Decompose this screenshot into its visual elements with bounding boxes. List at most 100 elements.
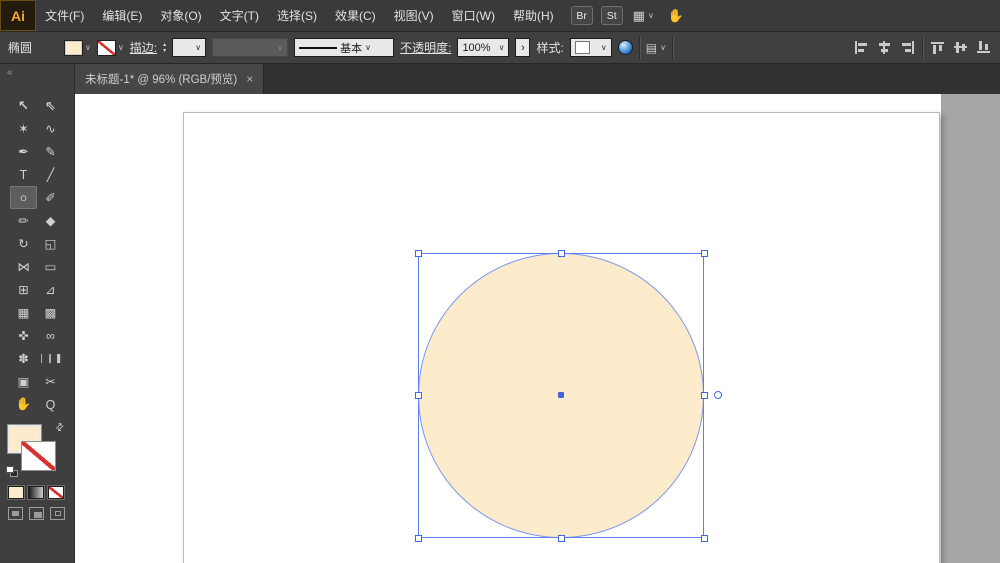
stroke-swatch-indicator[interactable] (21, 441, 56, 471)
close-icon[interactable]: × (246, 72, 253, 86)
eyedropper-tool[interactable]: ✜ (10, 324, 37, 347)
pencil-tool[interactable]: ✏ (10, 209, 37, 232)
handle-top-center[interactable] (558, 250, 565, 257)
document-tab[interactable]: 未标题-1* @ 96% (RGB/预览) × (75, 64, 264, 94)
divider (672, 37, 673, 59)
width-tool[interactable]: ⋈ (10, 255, 37, 278)
transform-icon: ▤ (646, 41, 657, 55)
handle-top-right[interactable] (701, 250, 708, 257)
align-center-vertical-icon[interactable] (953, 41, 969, 55)
paintbrush-tool[interactable]: ✐ (37, 186, 64, 209)
handle-bottom-right[interactable] (701, 535, 708, 542)
menu-file[interactable]: 文件(F) (36, 0, 93, 31)
ellipse-tool[interactable]: ○ (10, 186, 37, 209)
workspace-grid-icon: ▦ (633, 8, 645, 24)
control-bar: 椭圆 ∨ ∨ 描边: ▴ ▾ ∨ ∨ 基本 ∨ 不透明度: 100% ∨ (0, 32, 1000, 64)
stroke-profile-select: ∨ (212, 38, 288, 57)
symbol-sprayer-tool[interactable]: ✽ (10, 347, 37, 370)
rotate-tool[interactable]: ↻ (10, 232, 37, 255)
gradient-tool[interactable]: ▩ (37, 301, 64, 324)
column-graph-tool[interactable]: ❘❙❚ (37, 347, 64, 370)
align-center-horizontal-icon[interactable] (876, 41, 892, 55)
selection-tool[interactable]: ↖ (10, 94, 37, 117)
workspace-switcher[interactable]: ▦ ∨ (633, 8, 654, 24)
draw-behind-button[interactable] (29, 507, 44, 520)
handle-bottom-left[interactable] (415, 535, 422, 542)
draw-inside-button[interactable] (50, 507, 65, 520)
free-transform-tool[interactable]: ▭ (37, 255, 64, 278)
opacity-select[interactable]: 100% ∨ (457, 38, 509, 57)
menu-help[interactable]: 帮助(H) (504, 0, 563, 31)
swap-fill-stroke-icon[interactable]: ⇄ (53, 421, 67, 435)
scale-tool[interactable]: ◱ (37, 232, 64, 255)
stroke-none-swatch (97, 40, 116, 56)
illustrator-window: Ai 文件(F) 编辑(E) 对象(O) 文字(T) 选择(S) 效果(C) 视… (0, 0, 1000, 563)
align-right-icon[interactable] (899, 41, 915, 55)
blend-tool[interactable]: ∞ (37, 324, 64, 347)
stroke-color-picker[interactable]: ∨ (97, 40, 124, 56)
stroke-label[interactable]: 描边: (130, 39, 157, 56)
artboard-tool[interactable]: ▣ (10, 370, 37, 393)
align-left-icon[interactable] (853, 41, 869, 55)
default-fill-stroke-icon[interactable] (6, 466, 20, 478)
stroke-width-select[interactable]: ∨ (172, 38, 206, 57)
color-mode-buttons (0, 480, 74, 499)
handle-bottom-center[interactable] (558, 535, 565, 542)
handle-middle-left[interactable] (415, 392, 422, 399)
curvature-tool[interactable]: ✎ (37, 140, 64, 163)
handle-middle-right[interactable] (701, 392, 708, 399)
transform-menu-button[interactable]: ▤ ∨ (646, 41, 666, 55)
touch-workspace-icon[interactable]: ✋ (668, 8, 684, 24)
canvas[interactable] (75, 94, 1000, 563)
none-button[interactable] (48, 486, 64, 499)
color-button[interactable] (8, 486, 24, 499)
stock-button[interactable]: St (601, 6, 623, 25)
eraser-tool[interactable]: ◆ (37, 209, 64, 232)
line-segment-tool[interactable]: ╱ (37, 163, 64, 186)
lasso-tool[interactable]: ∿ (37, 117, 64, 140)
shape-builder-tool[interactable]: ⊞ (10, 278, 37, 301)
menu-select[interactable]: 选择(S) (268, 0, 326, 31)
align-top-icon[interactable] (930, 41, 946, 55)
menu-effect[interactable]: 效果(C) (326, 0, 385, 31)
perspective-grid-tool[interactable]: ⊿ (37, 278, 64, 301)
zoom-tool[interactable]: Q (37, 393, 64, 416)
handle-top-left[interactable] (415, 250, 422, 257)
graphic-style-select[interactable]: ∨ (570, 38, 612, 57)
stroke-style-select[interactable]: 基本 ∨ (294, 38, 394, 57)
stepper-down-icon[interactable]: ▾ (163, 48, 166, 54)
transform-widget[interactable] (714, 391, 722, 399)
menu-view[interactable]: 视图(V) (385, 0, 443, 31)
bridge-button[interactable]: Br (571, 6, 593, 25)
menu-window[interactable]: 窗口(W) (443, 0, 504, 31)
app-logo: Ai (0, 0, 36, 31)
opacity-value: 100% (462, 42, 490, 54)
stroke-width-stepper[interactable]: ▴ ▾ (163, 42, 166, 54)
slice-tool[interactable]: ✂ (37, 370, 64, 393)
direct-selection-tool[interactable]: ⇖ (37, 94, 64, 117)
gradient-button[interactable] (28, 486, 44, 499)
menu-edit[interactable]: 编辑(E) (93, 0, 151, 31)
mesh-tool[interactable]: ▦ (10, 301, 37, 324)
magic-wand-tool[interactable]: ✶ (10, 117, 37, 140)
main-area: ↖ ⇖ ✶ ∿ ✒ ✎ T ╱ ○ ✐ ✏ ◆ ↻ ◱ ⋈ ▭ ⊞ ⊿ ▦ ▩ (0, 94, 1000, 563)
menu-object[interactable]: 对象(O) (151, 0, 210, 31)
document-tab-title: 未标题-1* @ 96% (RGB/预览) (85, 71, 237, 87)
toolbar-collapse-button[interactable]: « (0, 64, 75, 94)
align-buttons (853, 37, 992, 59)
hand-tool[interactable]: ✋ (10, 393, 37, 416)
chevron-down-icon: ∨ (118, 44, 124, 52)
type-tool[interactable]: T (10, 163, 37, 186)
draw-normal-button[interactable] (8, 507, 23, 520)
opacity-options-button[interactable]: › (515, 38, 530, 57)
center-point[interactable] (558, 392, 564, 398)
recolor-artwork-icon[interactable] (618, 40, 633, 55)
pen-tool[interactable]: ✒ (10, 140, 37, 163)
chevron-down-icon: ∨ (365, 44, 371, 52)
fill-color-picker[interactable]: ∨ (64, 40, 91, 56)
align-bottom-icon[interactable] (976, 41, 992, 55)
menu-type[interactable]: 文字(T) (211, 0, 268, 31)
stroke-style-label: 基本 (340, 40, 362, 56)
divider (639, 37, 640, 59)
opacity-label[interactable]: 不透明度: (400, 39, 451, 56)
